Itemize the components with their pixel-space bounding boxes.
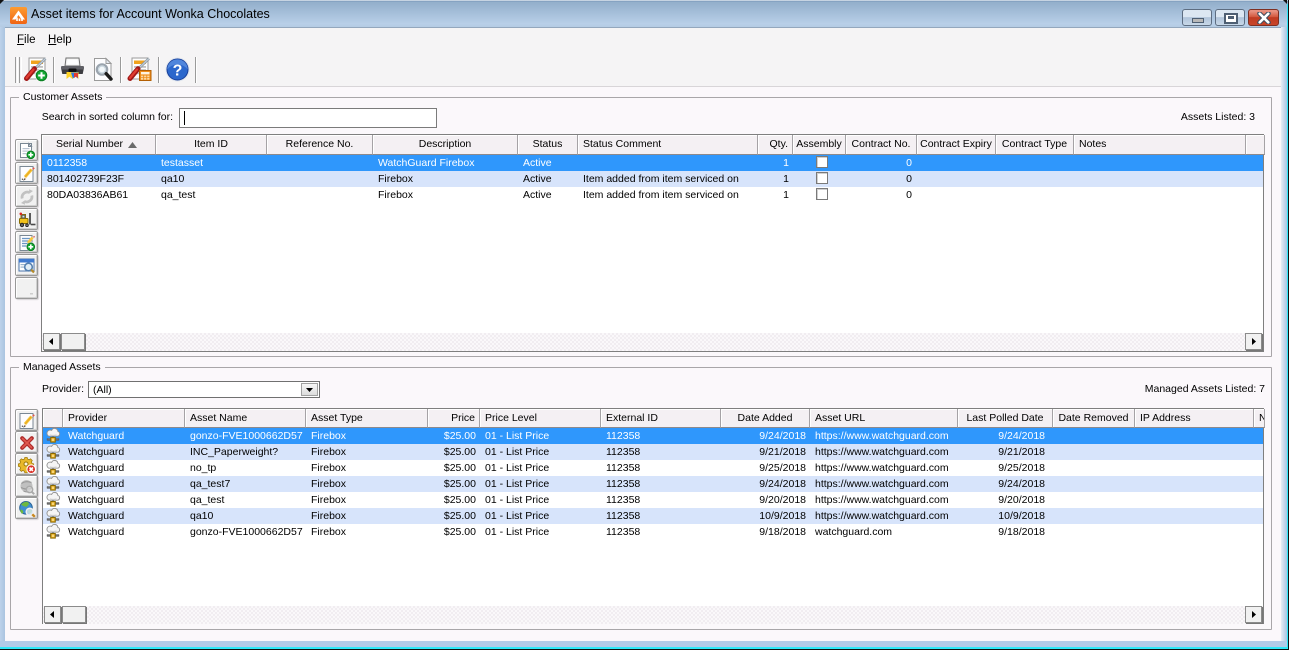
svg-text:?: ? (173, 63, 183, 80)
